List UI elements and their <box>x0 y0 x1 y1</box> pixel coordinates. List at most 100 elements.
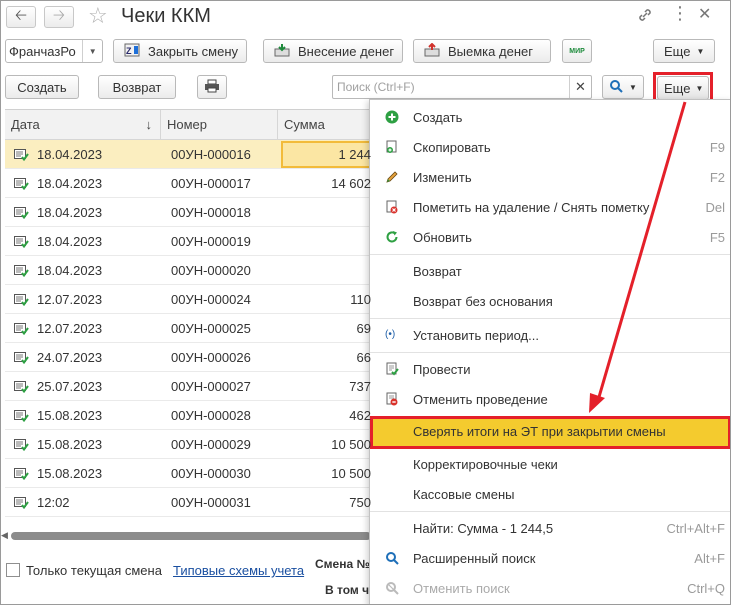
print-button[interactable] <box>197 75 227 99</box>
receipt-document-icon <box>14 352 29 365</box>
menu-item-reconcile-totals[interactable]: Сверять итоги на ЭТ при закрытии смены <box>370 416 730 449</box>
cell-sum: 10 500 <box>331 437 371 452</box>
table-row[interactable]: 18.04.2023 00УН-000019 <box>5 227 375 256</box>
receipt-document-icon <box>14 265 29 278</box>
menu-item-mark-delete[interactable]: Пометить на удаление / Снять пометку Del <box>370 192 730 222</box>
only-current-shift-checkbox[interactable] <box>6 563 20 577</box>
cell-date: 18.04.2023 <box>37 263 103 278</box>
period-icon: (•) <box>385 329 396 340</box>
menu-item-advanced-search[interactable]: Расширенный поиск Alt+F <box>370 543 730 573</box>
printer-icon <box>204 79 220 96</box>
table-row[interactable]: 12.07.2023 00УН-000024 110 <box>5 285 375 314</box>
menu-item-refresh[interactable]: Обновить F5 <box>370 222 730 252</box>
cash-out-icon <box>424 42 440 60</box>
link-icon[interactable] <box>637 7 653 27</box>
cash-out-button[interactable]: Выемка денег <box>413 39 551 63</box>
cell-number: 00УН-000029 <box>171 437 251 452</box>
organization-select[interactable]: ФранчазРо ▼ <box>5 39 103 63</box>
search-placeholder: Поиск (Ctrl+F) <box>337 80 415 94</box>
more-actions-icon[interactable]: ⋮ <box>671 3 689 24</box>
receipt-document-icon <box>14 410 29 423</box>
close-icon[interactable]: ✕ <box>698 4 711 24</box>
table-row[interactable]: 18.04.2023 00УН-000018 <box>5 198 375 227</box>
search-button[interactable]: ▼ <box>602 75 644 99</box>
menu-item-copy[interactable]: Скопировать F9 <box>370 132 730 162</box>
page-title: Чеки ККМ <box>121 5 211 27</box>
clear-search-icon[interactable]: ✕ <box>569 76 591 98</box>
close-shift-button[interactable]: Z Закрыть смену <box>113 39 247 63</box>
favorite-star-icon[interactable]: ☆ <box>88 3 108 29</box>
close-shift-icon: Z <box>124 43 140 60</box>
cell-number: 00УН-000027 <box>171 379 251 394</box>
menu-item-unpost[interactable]: Отменить проведение <box>370 384 730 414</box>
arrow-right-icon: 🡢 <box>52 6 66 24</box>
menu-item-correction-receipts[interactable]: Корректировочные чеки <box>370 449 730 479</box>
column-header-number[interactable]: Номер <box>161 110 278 140</box>
table-row[interactable]: 15.08.2023 00УН-000028 462 <box>5 401 375 430</box>
column-header-sum[interactable]: Сумма <box>278 110 375 140</box>
cancel-search-icon <box>385 581 399 595</box>
window: 🡠 🡢 ☆ Чеки ККМ ⋮ ✕ ФранчазРо ▼ Z Закрыть… <box>0 0 731 605</box>
menu-item-set-period[interactable]: (•) Установить период... <box>370 320 730 350</box>
cell-date: 18.04.2023 <box>37 147 103 162</box>
create-button[interactable]: Создать <box>5 75 79 99</box>
cell-sum: 69 <box>356 321 371 336</box>
cell-date: 12.07.2023 <box>37 321 103 336</box>
cell-number: 00УН-000017 <box>171 176 251 191</box>
more-button-top[interactable]: Еще ▼ <box>653 39 715 63</box>
forward-button[interactable]: 🡢 <box>44 6 74 28</box>
horizontal-scrollbar[interactable] <box>11 532 371 540</box>
receipt-document-icon <box>14 323 29 336</box>
cell-date: 25.07.2023 <box>37 379 103 394</box>
table-row[interactable]: 12:02 00УН-000031 750 <box>5 488 375 517</box>
mir-button[interactable]: МИР <box>562 39 592 63</box>
menu-item-create[interactable]: Создать <box>370 102 730 132</box>
table-row[interactable]: 15.08.2023 00УН-000029 10 500 <box>5 430 375 459</box>
menu-item-return-without-basis[interactable]: Возврат без основания <box>370 286 730 316</box>
refresh-icon <box>385 230 399 244</box>
cell-date: 24.07.2023 <box>37 350 103 365</box>
cell-sum: 14 602 <box>331 176 371 191</box>
table-row[interactable]: 15.08.2023 00УН-000030 10 500 <box>5 459 375 488</box>
column-header-date[interactable]: Дата ↓ <box>5 110 161 140</box>
scroll-left-icon[interactable]: ◀ <box>1 530 8 541</box>
cell-number: 00УН-000025 <box>171 321 251 336</box>
menu-item-edit[interactable]: Изменить F2 <box>370 162 730 192</box>
table-row[interactable]: 24.07.2023 00УН-000026 66 <box>5 343 375 372</box>
more-button-highlight <box>653 72 713 102</box>
chevron-down-icon: ▼ <box>696 46 705 56</box>
menu-item-cash-shifts[interactable]: Кассовые смены <box>370 479 730 509</box>
accounting-schemes-link[interactable]: Типовые схемы учета <box>173 563 304 578</box>
table-row[interactable]: 18.04.2023 00УН-000017 14 602 <box>5 169 375 198</box>
cell-number: 00УН-000031 <box>171 495 251 510</box>
search-input[interactable]: Поиск (Ctrl+F) ✕ <box>332 75 592 99</box>
table-row[interactable]: 18.04.2023 00УН-000016 1 244 <box>5 140 375 169</box>
cell-sum: 110 <box>350 292 371 307</box>
menu-item-cancel-search[interactable]: Отменить поиск Ctrl+Q <box>370 573 730 603</box>
in-that-label: В том ч <box>325 583 370 597</box>
table-row[interactable]: 12.07.2023 00УН-000025 69 <box>5 314 375 343</box>
table-row[interactable]: 18.04.2023 00УН-000020 <box>5 256 375 285</box>
table-row[interactable]: 25.07.2023 00УН-000027 737 <box>5 372 375 401</box>
mir-logo: МИР <box>569 47 585 55</box>
menu-item-post[interactable]: Провести <box>370 354 730 384</box>
cash-in-button[interactable]: Внесение денег <box>263 39 403 63</box>
delete-mark-icon <box>385 200 399 214</box>
menu-item-return[interactable]: Возврат <box>370 256 730 286</box>
receipt-document-icon <box>14 149 29 162</box>
cell-date: 18.04.2023 <box>37 176 103 191</box>
return-button[interactable]: Возврат <box>98 75 176 99</box>
cash-out-label: Выемка денег <box>448 43 533 59</box>
chevron-down-icon[interactable]: ▼ <box>82 40 102 62</box>
documents-table: Дата ↓ Номер Сумма 18.04.2023 00УН-000016… <box>5 109 375 541</box>
cell-sum: 10 500 <box>331 466 371 481</box>
cash-in-label: Внесение денег <box>298 43 395 59</box>
back-button[interactable]: 🡠 <box>6 6 36 28</box>
menu-item-find-by-sum[interactable]: Найти: Сумма - 1 244,5 Ctrl+Alt+F <box>370 513 730 543</box>
cell-date: 15.08.2023 <box>37 408 103 423</box>
receipt-document-icon <box>14 178 29 191</box>
cell-date: 12.07.2023 <box>37 292 103 307</box>
menu-separator <box>370 254 730 255</box>
cell-date: 18.04.2023 <box>37 234 103 249</box>
return-label: Возврат <box>112 79 162 95</box>
